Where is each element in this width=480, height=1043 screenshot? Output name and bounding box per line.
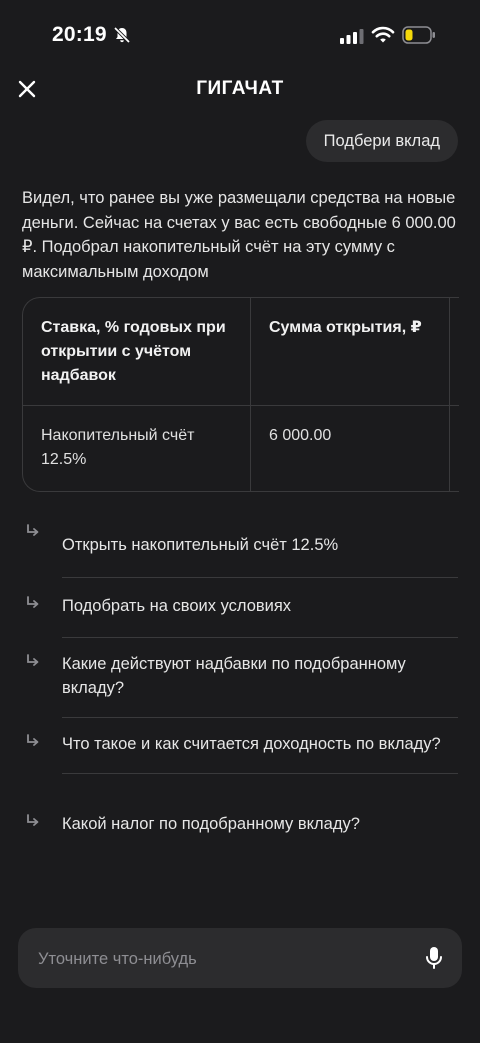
assistant-answer: Видел, что ранее вы уже размещали средст… [22,189,456,281]
suggestion-item[interactable]: Какие действуют надбавки по подобранному… [22,638,458,718]
suggestion-label: Подобрать на своих условиях [62,580,458,638]
table-cell [449,405,459,491]
deposit-table[interactable]: Ставка, % годовых при открытии с учё­том… [22,297,459,492]
suggestion-item[interactable]: Открыть накопительный счёт 12.5% [22,520,458,580]
suggestion-item[interactable]: Что такое и как считается доходность по … [22,718,458,798]
table-header-cell: Сумма открытия, ₽ [250,298,450,406]
table-header-row: Ставка, % годовых при открытии с учё­том… [23,298,459,406]
user-message-bubble: Подбери вклад [305,120,458,162]
bell-muted-icon [113,26,131,44]
table-row: Накопительный счёт 12.5% 6 000.00 [23,405,459,491]
message-input-bar [18,928,462,990]
status-time: 20:19 [52,23,107,46]
reply-arrow-icon [27,814,39,826]
suggestion-label: Открыть накопительный счёт 12.5% [62,520,458,578]
table-header-cell [449,298,459,406]
reply-arrow-icon [27,596,39,608]
reply-arrow-icon [27,524,39,536]
suggestion-list: Открыть накопительный счёт 12.5% Подобра… [22,520,458,856]
suggestion-item[interactable]: Какой налог по подобранному вкладу? [22,798,458,856]
cellular-signal-icon [340,29,364,44]
table-header-cell: Ставка, % годовых при открытии с учё­том… [23,298,251,406]
reply-arrow-icon [27,734,39,746]
reply-arrow-icon [27,654,39,666]
app-header: ГИГАЧАТ [0,70,480,110]
suggestion-label: Какие действуют надбавки по подобранному… [62,638,458,718]
suggestion-label: Что такое и как считается доходность по … [62,718,458,774]
app-logo: ГИГАЧАТ [196,78,284,99]
suggestion-item[interactable]: Подобрать на своих условиях [22,580,458,638]
table-cell: 6 000.00 [250,405,450,491]
message-input[interactable] [36,928,420,990]
suggestion-label: Какой налог по подобранному вкладу? [62,815,360,833]
battery-icon [402,26,435,44]
status-bar: 20:19 [0,0,480,70]
microphone-icon[interactable] [424,946,444,970]
table-cell: Накопительный счёт 12.5% [23,405,251,491]
wifi-icon [371,26,395,43]
